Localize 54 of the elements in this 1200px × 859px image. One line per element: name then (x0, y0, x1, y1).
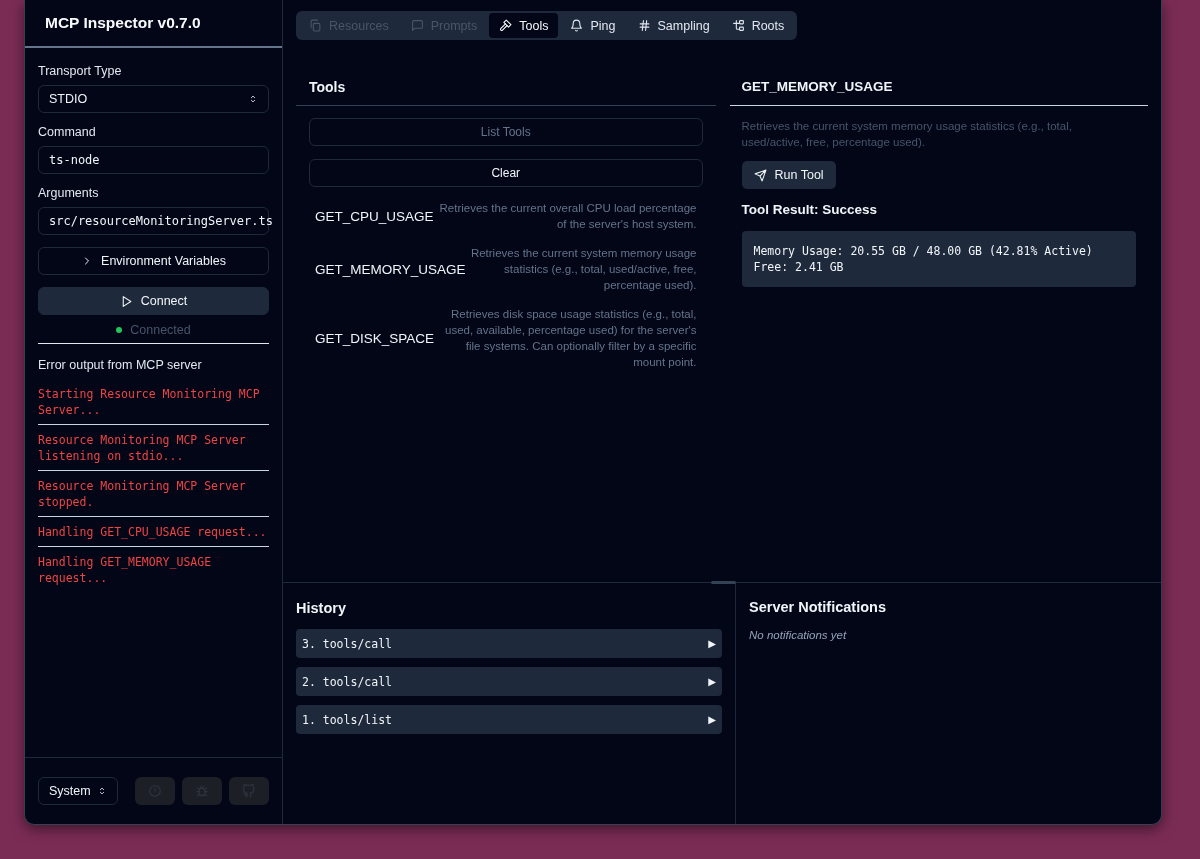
tool-title: GET_MEMORY_USAGE (741, 79, 893, 94)
section-heading: Error output from MCP server (38, 358, 202, 372)
error-log-line: Resource Monitoring MCP Server listening on stdio... (38, 432, 269, 471)
panel-title: Tools (309, 78, 346, 95)
chevrons-icon (97, 786, 107, 796)
history-item[interactable]: 3. tools/call ▶ (296, 629, 722, 658)
chevrons-icon (248, 94, 258, 104)
tab[interactable]: Tools (489, 13, 559, 38)
theme-select[interactable]: System (38, 777, 118, 805)
result-heading: Tool Result: Success (741, 202, 878, 217)
expand-toggle[interactable]: ▶ (708, 638, 716, 649)
tool-name[interactable]: GET_DISK_SPACE (315, 330, 435, 346)
field-label: Transport Type (38, 64, 122, 78)
hammer-icon (499, 19, 513, 32)
empty-message: No notifications yet (749, 629, 847, 641)
tool-description: Retrieves the current system memory usage statistics (e.g., total, used/active, free, percentage used). (469, 246, 697, 293)
tool-name[interactable]: GET_CPU_USAGE (315, 208, 434, 224)
bell-icon (570, 19, 584, 32)
expand-toggle[interactable]: ▶ (708, 714, 716, 725)
history-item[interactable]: 1. tools/list ▶ (296, 705, 722, 734)
transport-select[interactable]: STDIO (38, 85, 269, 113)
clock-icon (148, 784, 162, 798)
clear-button[interactable]: Clear (309, 159, 703, 187)
bug-icon (195, 784, 209, 798)
panel-title: History (296, 600, 346, 616)
run-tool-button[interactable]: Run Tool (741, 161, 836, 189)
send-icon (753, 168, 767, 182)
tool-description: Retrieves disk space usage statistics (e.g., total, used, available, percentage used) for the server's file systems. Can optionally filter by a specific mount point. (444, 307, 697, 370)
message-icon (410, 19, 424, 32)
field-label: Arguments (38, 186, 99, 200)
tree-icon (731, 19, 745, 32)
connection-status: Connected (130, 323, 191, 337)
expand-toggle[interactable]: ▶ (708, 676, 716, 687)
field-label: Command (38, 125, 96, 139)
environment-variables-button[interactable]: Environment Variables (38, 247, 269, 275)
tool-description: Retrieves the current overall CPU load percentage of the server's host system. (438, 201, 697, 232)
hash-icon (637, 19, 651, 32)
panel-title: Server Notifications (749, 599, 886, 615)
error-log-line: Handling GET_CPU_USAGE request... (38, 524, 269, 547)
connect-button[interactable]: Connect (38, 287, 269, 315)
command-field[interactable]: ts-node (38, 146, 269, 174)
files-icon (309, 19, 322, 32)
tab[interactable]: Sampling (627, 13, 720, 38)
result-output: Memory Usage: 20.55 GB / 48.00 GB (42.81% Active) Free: 2.41 GB (741, 231, 1136, 287)
error-log-line: Starting Resource Monitoring MCP Server... (38, 386, 269, 425)
cat-icon (242, 784, 256, 798)
tab[interactable]: Ping (560, 13, 626, 38)
tab[interactable]: Roots (721, 13, 795, 38)
history-item[interactable]: 2. tools/call ▶ (296, 667, 722, 696)
tool-name[interactable]: GET_MEMORY_USAGE (315, 261, 466, 277)
error-log-line: Handling GET_MEMORY_USAGE request... (38, 554, 213, 587)
app-title: MCP Inspector v0.7.0 (25, 0, 282, 48)
error-log-line: Resource Monitoring MCP Server stopped. (38, 478, 269, 517)
tool-description: Retrieves the current system memory usage statistics (e.g., total, used/active, free, percentage used). (741, 119, 1073, 150)
